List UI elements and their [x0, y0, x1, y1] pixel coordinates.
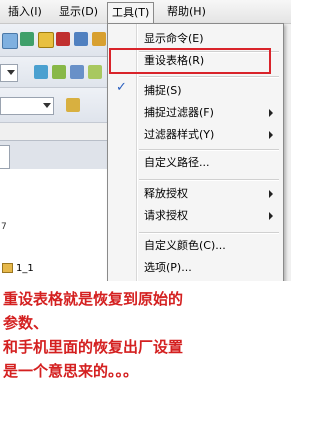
caption-line: 是一个意思来的。。。	[3, 362, 139, 380]
caption-line: 和手机里面的恢复出厂设置	[3, 338, 184, 356]
submenu-arrow-icon	[269, 131, 273, 139]
menu-item-release-license[interactable]: 释放授权	[138, 184, 279, 204]
view-icon[interactable]	[34, 65, 48, 79]
mode-select[interactable]	[0, 64, 18, 82]
layer-icon[interactable]	[52, 65, 66, 79]
menu-item-snap[interactable]: 捕捉(S)	[138, 81, 279, 101]
menu-item-custom-color[interactable]: 自定义颜色(C)...	[138, 236, 279, 256]
menu-separator	[139, 149, 279, 151]
style-select[interactable]	[0, 97, 54, 115]
menu-item-label: 捕捉过滤器(F)	[144, 106, 214, 119]
highlight-annotation	[109, 48, 271, 74]
menu-item-options[interactable]: 选项(P)...	[138, 258, 279, 278]
folder-icon	[2, 263, 13, 273]
menu-item-filter-style[interactable]: 过滤器样式(Y)	[138, 125, 279, 145]
menu-item-label: 自定义颜色(C)...	[144, 239, 226, 252]
submenu-arrow-icon	[269, 109, 273, 117]
menu-separator	[139, 179, 279, 181]
menu-item-label: 选项(P)...	[144, 261, 192, 274]
toolbar-bottom	[0, 88, 110, 123]
toolbar-middle	[0, 57, 110, 88]
submenu-arrow-icon	[269, 190, 273, 198]
submenu-arrow-icon	[269, 212, 273, 220]
feature-icon[interactable]	[20, 32, 34, 46]
tool-red-icon[interactable]	[56, 32, 70, 46]
tree-node[interactable]: 1_1	[2, 262, 34, 276]
menu-tools[interactable]: 工具(T)	[107, 2, 155, 24]
tree-node-label: 1_1	[16, 263, 34, 274]
caption-line: 重设表格就是恢复到原始的	[3, 290, 184, 308]
menu-help[interactable]: 帮助(H)	[163, 3, 210, 20]
sketch-icon[interactable]	[2, 33, 18, 49]
menubar: 插入(I) 显示(D) 工具(T) 帮助(H)	[0, 0, 291, 24]
snap-icon[interactable]	[88, 65, 102, 79]
panel-header	[0, 140, 110, 170]
caption-line: 参数、	[3, 314, 49, 332]
toolbar-top	[0, 24, 110, 57]
menu-item-request-license[interactable]: 请求授权	[138, 206, 279, 226]
chevron-down-icon	[7, 70, 15, 75]
tool-orange-icon[interactable]	[92, 32, 106, 46]
menu-item-show-command[interactable]: 显示命令(E)	[138, 29, 279, 49]
caption: 重设表格就是恢复到原始的 参数、 和手机里面的恢复出厂设置 是一个意思来的。。。	[3, 287, 288, 383]
filter-icon[interactable]	[70, 65, 84, 79]
menu-separator	[139, 232, 279, 234]
chevron-down-icon	[43, 103, 51, 108]
menu-item-custom-path[interactable]: 自定义路径...	[138, 153, 279, 173]
tool-blue-icon[interactable]	[74, 32, 88, 46]
app-window: 插入(I) 显示(D) 工具(T) 帮助(H) 7 1_1 显示命令(E) 重设…	[0, 0, 291, 281]
menu-item-label: 自定义路径...	[144, 156, 210, 169]
menu-item-label: 请求授权	[144, 209, 188, 222]
check-icon: ✓	[116, 80, 127, 95]
menu-item-label: 过滤器样式(Y)	[144, 128, 215, 141]
menu-separator	[139, 76, 279, 78]
measure-icon[interactable]	[38, 32, 54, 48]
menu-view[interactable]: 显示(D)	[55, 3, 102, 20]
panel-tab[interactable]	[0, 145, 10, 169]
menu-item-label: 显示命令(E)	[144, 32, 204, 45]
menu-insert[interactable]: 插入(I)	[4, 3, 46, 20]
menu-item-snap-filter[interactable]: 捕捉过滤器(F)	[138, 103, 279, 123]
menu-item-label: 释放授权	[144, 187, 188, 200]
bar-chart-icon[interactable]	[66, 98, 80, 112]
tree-mark: 7	[1, 222, 7, 232]
menu-item-label: 捕捉(S)	[144, 84, 182, 97]
